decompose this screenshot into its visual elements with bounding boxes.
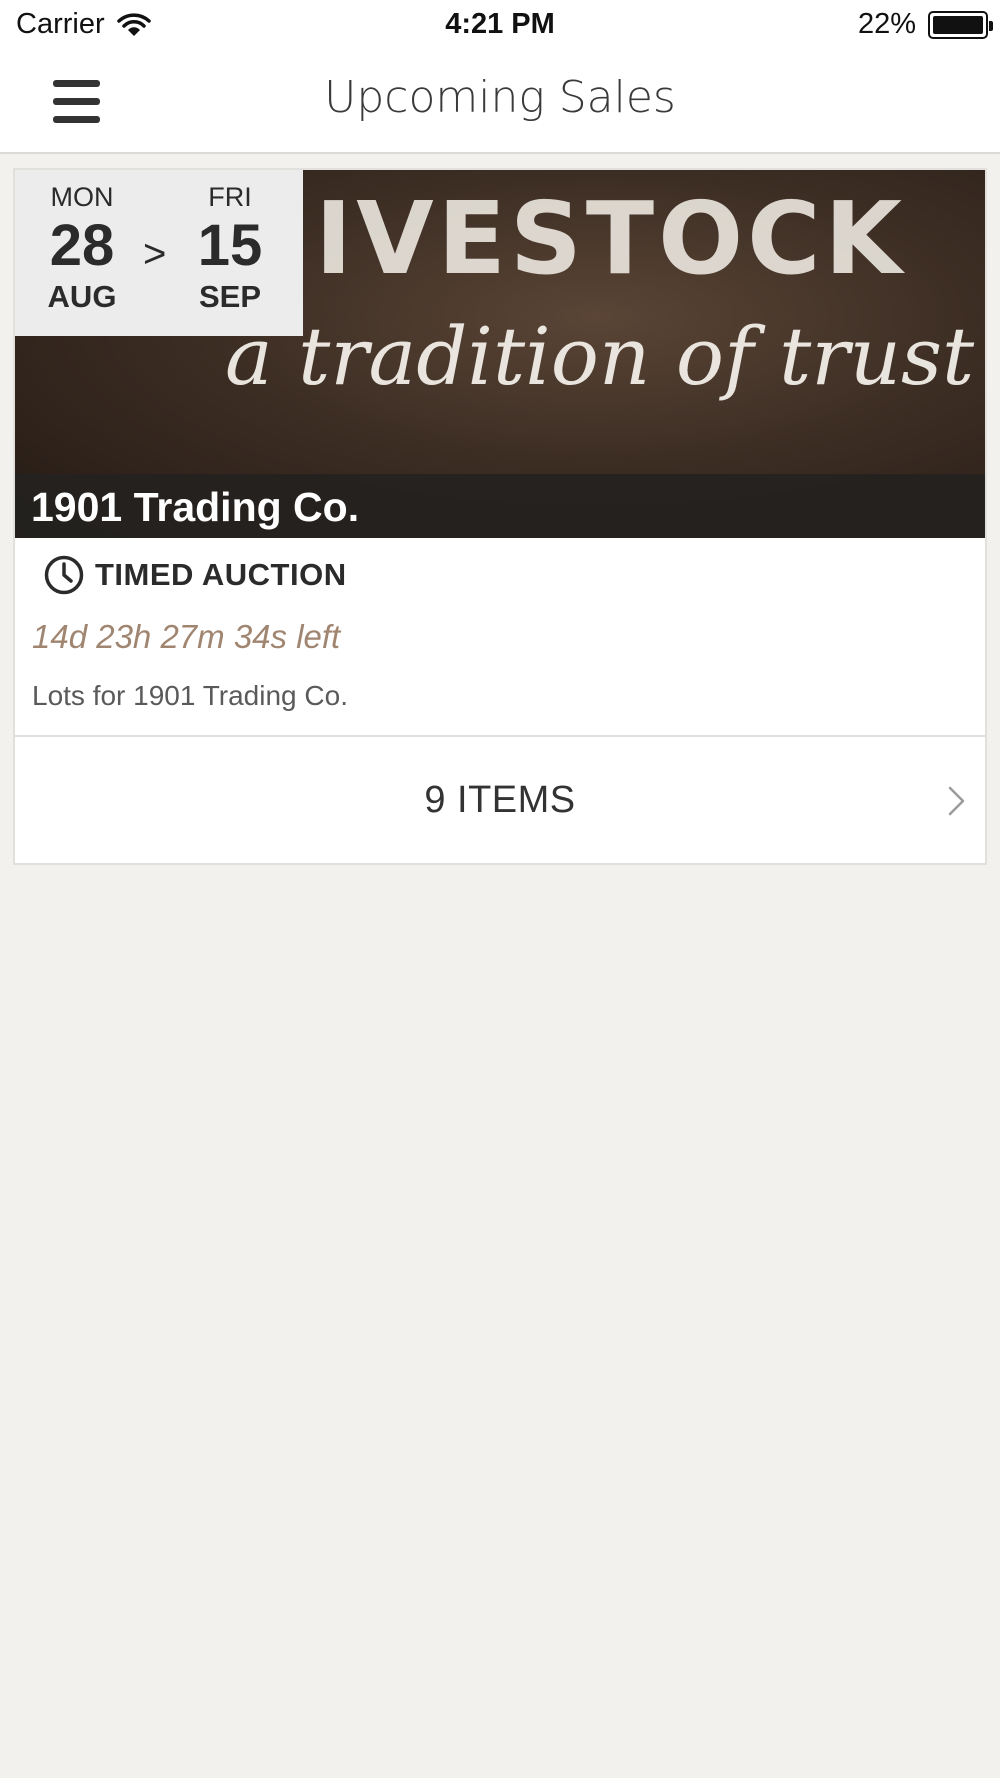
sale-description: Lots for 1901 Trading Co. [32, 680, 348, 711]
end-day-of-week: FRI [208, 182, 252, 212]
banner-tagline: a tradition of trust [225, 310, 975, 403]
page-title: Upcoming Sales [324, 72, 676, 123]
auction-type-label: TIMED AUCTION [95, 557, 347, 592]
start-date: MON 28 AUG [27, 182, 137, 315]
auction-type: TIMED AUCTION [43, 554, 347, 596]
chevron-right-icon [948, 786, 965, 816]
date-arrow: > [143, 232, 167, 276]
sale-banner-image[interactable]: IVESTOCK a tradition of trust MON 28 AUG… [15, 170, 985, 538]
seller-strip: 1901 Trading Co. [15, 474, 985, 538]
seller-name: 1901 Trading Co. [31, 484, 360, 530]
banner-headline: IVESTOCK [315, 180, 907, 297]
status-time: 4:21 PM [445, 8, 555, 40]
battery-percent: 22% [857, 8, 916, 40]
status-right: 22% [857, 8, 993, 41]
end-day: 15 [197, 213, 263, 278]
battery-nub [989, 20, 993, 31]
start-month: AUG [47, 279, 117, 314]
start-day: 28 [49, 213, 115, 278]
sale-card[interactable]: IVESTOCK a tradition of trust MON 28 AUG… [13, 168, 987, 865]
clock-icon [44, 555, 84, 595]
items-count-label: 9 ITEMS [424, 779, 576, 821]
status-bar: Carrier 4:21 PM 22% [0, 0, 1000, 50]
end-month: SEP [198, 279, 262, 314]
start-day-of-week: MON [50, 182, 114, 212]
time-remaining: 14d 23h 27m 34s left [32, 618, 341, 655]
view-items-button[interactable]: 9 ITEMS [15, 737, 985, 863]
battery-icon [928, 10, 993, 39]
battery-fill [933, 15, 983, 34]
end-date: FRI 15 SEP [175, 182, 285, 315]
sale-date-range: MON 28 AUG > FRI 15 SEP [15, 170, 303, 336]
navigation-bar: Upcoming Sales [0, 50, 1000, 154]
